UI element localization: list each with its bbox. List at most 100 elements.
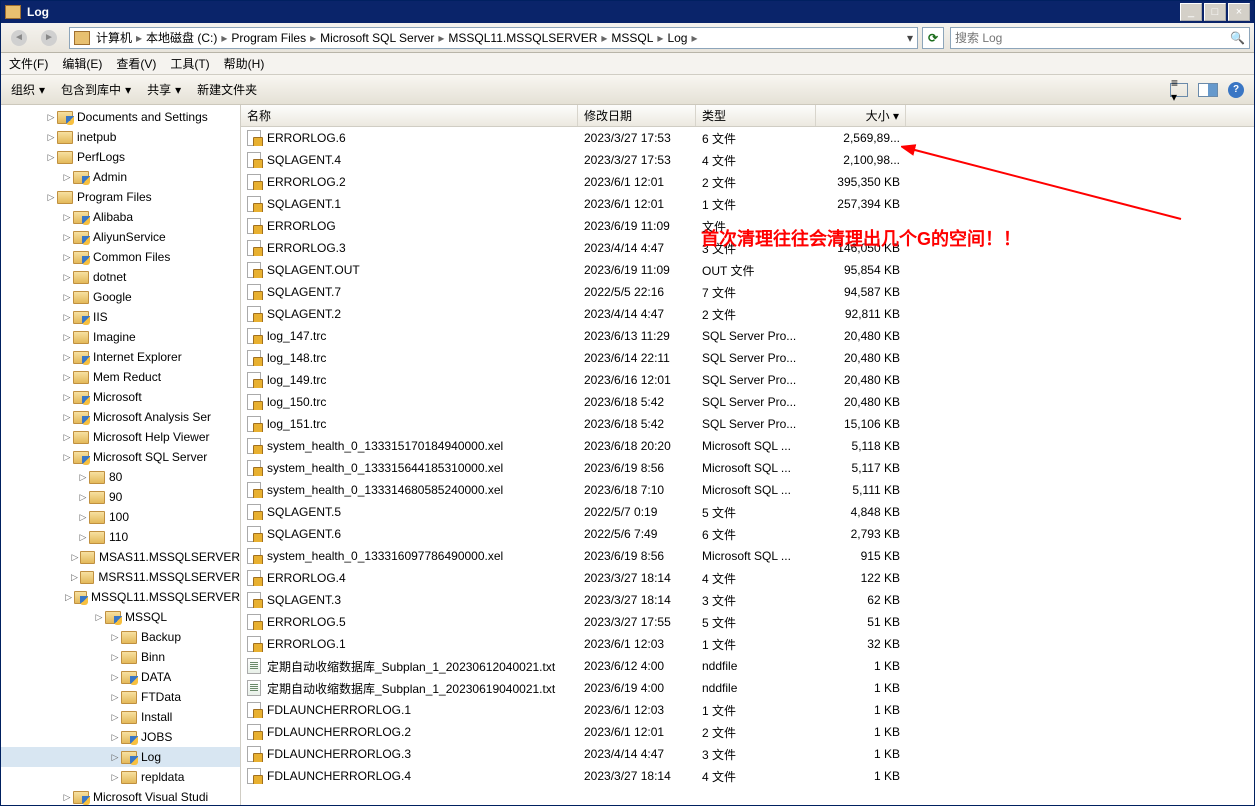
search-icon[interactable]: 🔍 [1230, 31, 1245, 45]
file-row[interactable]: system_health_0_133315644185310000.xel20… [241, 457, 1254, 479]
chevron-right-icon[interactable]: ▸ [691, 31, 697, 45]
file-row[interactable]: log_149.trc2023/6/16 12:01SQL Server Pro… [241, 369, 1254, 391]
menu-edit[interactable]: 编辑(E) [62, 55, 102, 72]
file-row[interactable]: ERRORLOG.62023/3/27 17:536 文件2,569,89... [241, 127, 1254, 149]
tree-item[interactable]: ▷90 [1, 487, 240, 507]
file-row[interactable]: log_148.trc2023/6/14 22:11SQL Server Pro… [241, 347, 1254, 369]
menu-help[interactable]: 帮助(H) [224, 55, 265, 72]
chevron-right-icon[interactable]: ▸ [438, 31, 444, 45]
tree-item[interactable]: ▷Microsoft SQL Server [1, 447, 240, 467]
tree-item[interactable]: ▷AliyunService [1, 227, 240, 247]
file-row[interactable]: 定期自动收缩数据库_Subplan_1_20230619040021.txt20… [241, 677, 1254, 699]
search-input[interactable] [955, 31, 1230, 45]
back-button[interactable]: ◄ [5, 26, 33, 50]
breadcrumb-segment[interactable]: Program Files [231, 31, 306, 45]
tree-item[interactable]: ▷Microsoft [1, 387, 240, 407]
column-name[interactable]: 名称 [241, 105, 578, 126]
organize-button[interactable]: 组织 ▾ [11, 81, 45, 98]
tree-item[interactable]: ▷Log [1, 747, 240, 767]
tree-item[interactable]: ▷Imagine [1, 327, 240, 347]
breadcrumb-segment[interactable]: MSSQL [611, 31, 653, 45]
file-row[interactable]: system_health_0_133315170184940000.xel20… [241, 435, 1254, 457]
tree-item[interactable]: ▷PerfLogs [1, 147, 240, 167]
file-row[interactable]: ERRORLOG.32023/4/14 4:473 文件146,050 KB [241, 237, 1254, 259]
chevron-right-icon[interactable]: ▸ [136, 31, 142, 45]
menu-file[interactable]: 文件(F) [9, 55, 48, 72]
file-row[interactable]: 定期自动收缩数据库_Subplan_1_20230612040021.txt20… [241, 655, 1254, 677]
column-size[interactable]: 大小 ▾ [816, 105, 906, 126]
tree-item[interactable]: ▷Documents and Settings [1, 107, 240, 127]
file-row[interactable]: FDLAUNCHERRORLOG.32023/4/14 4:473 文件1 KB [241, 743, 1254, 765]
chevron-right-icon[interactable]: ▸ [310, 31, 316, 45]
breadcrumb-segment[interactable]: 本地磁盘 (C:) [146, 31, 217, 45]
column-date[interactable]: 修改日期 [578, 105, 696, 126]
tree-item[interactable]: ▷Mem Reduct [1, 367, 240, 387]
tree-item[interactable]: ▷MSAS11.MSSQLSERVER [1, 547, 240, 567]
tree-item[interactable]: ▷Alibaba [1, 207, 240, 227]
column-type[interactable]: 类型 [696, 105, 816, 126]
file-row[interactable]: SQLAGENT.32023/3/27 18:143 文件62 KB [241, 589, 1254, 611]
tree-item[interactable]: ▷Google [1, 287, 240, 307]
file-row[interactable]: SQLAGENT.12023/6/1 12:011 文件257,394 KB [241, 193, 1254, 215]
file-row[interactable]: FDLAUNCHERRORLOG.22023/6/1 12:012 文件1 KB [241, 721, 1254, 743]
tree-item[interactable]: ▷dotnet [1, 267, 240, 287]
tree-item[interactable]: ▷JOBS [1, 727, 240, 747]
tree-item[interactable]: ▷80 [1, 467, 240, 487]
chevron-down-icon[interactable]: ▾ [907, 31, 913, 45]
close-button[interactable]: × [1228, 3, 1250, 21]
preview-pane-button[interactable] [1198, 83, 1218, 97]
tree-item[interactable]: ▷Microsoft Analysis Ser [1, 407, 240, 427]
breadcrumb-segment[interactable]: MSSQL11.MSSQLSERVER [448, 31, 597, 45]
tree-item[interactable]: ▷repldata [1, 767, 240, 787]
tree-item[interactable]: ▷FTData [1, 687, 240, 707]
menu-view[interactable]: 查看(V) [116, 55, 156, 72]
menu-tools[interactable]: 工具(T) [170, 55, 209, 72]
file-row[interactable]: ERRORLOG2023/6/19 11:09文件 [241, 215, 1254, 237]
tree-item[interactable]: ▷Microsoft Help Viewer [1, 427, 240, 447]
tree-item[interactable]: ▷Install [1, 707, 240, 727]
chevron-right-icon[interactable]: ▸ [221, 31, 227, 45]
breadcrumb-segment[interactable]: 计算机 [96, 31, 132, 45]
file-list-body[interactable]: 首次清理往往会清理出几个G的空间！！ ERRORLOG.62023/3/27 1… [241, 127, 1254, 805]
search-box[interactable]: 🔍 [950, 27, 1250, 49]
breadcrumb-bar[interactable]: 计算机 ▸ 本地磁盘 (C:) ▸ Program Files ▸ Microsoft SQ… [69, 27, 918, 49]
file-row[interactable]: SQLAGENT.22023/4/14 4:472 文件92,811 KB [241, 303, 1254, 325]
chevron-right-icon[interactable]: ▸ [601, 31, 607, 45]
file-row[interactable]: SQLAGENT.OUT2023/6/19 11:09OUT 文件95,854 … [241, 259, 1254, 281]
file-row[interactable]: system_health_0_133316097786490000.xel20… [241, 545, 1254, 567]
file-row[interactable]: log_147.trc2023/6/13 11:29SQL Server Pro… [241, 325, 1254, 347]
forward-button[interactable]: ► [35, 26, 63, 50]
tree-item[interactable]: ▷Internet Explorer [1, 347, 240, 367]
tree-item[interactable]: ▷110 [1, 527, 240, 547]
chevron-right-icon[interactable]: ▸ [657, 31, 663, 45]
tree-item[interactable]: ▷Program Files [1, 187, 240, 207]
share-button[interactable]: 共享 ▾ [147, 81, 181, 98]
tree-item[interactable]: ▷Binn [1, 647, 240, 667]
file-row[interactable]: SQLAGENT.62022/5/6 7:496 文件2,793 KB [241, 523, 1254, 545]
newfolder-button[interactable]: 新建文件夹 [197, 81, 257, 98]
tree-item[interactable]: ▷inetpub [1, 127, 240, 147]
tree-item[interactable]: ▷Backup [1, 627, 240, 647]
tree-item[interactable]: ▷Common Files [1, 247, 240, 267]
tree-item[interactable]: ▷Microsoft Visual Studi [1, 787, 240, 805]
refresh-button[interactable]: ⟳ [922, 27, 944, 49]
file-row[interactable]: ERRORLOG.42023/3/27 18:144 文件122 KB [241, 567, 1254, 589]
maximize-button[interactable]: □ [1204, 3, 1226, 21]
tree-item[interactable]: ▷Admin [1, 167, 240, 187]
file-row[interactable]: system_health_0_133314680585240000.xel20… [241, 479, 1254, 501]
minimize-button[interactable]: _ [1180, 3, 1202, 21]
breadcrumb-segment[interactable]: Microsoft SQL Server [320, 31, 434, 45]
file-row[interactable]: log_151.trc2023/6/18 5:42SQL Server Pro.… [241, 413, 1254, 435]
file-row[interactable]: SQLAGENT.42023/3/27 17:534 文件2,100,98... [241, 149, 1254, 171]
file-row[interactable]: ERRORLOG.22023/6/1 12:012 文件395,350 KB [241, 171, 1254, 193]
tree-item[interactable]: ▷DATA [1, 667, 240, 687]
file-row[interactable]: FDLAUNCHERRORLOG.42023/3/27 18:144 文件1 K… [241, 765, 1254, 787]
tree-item[interactable]: ▷MSSQL11.MSSQLSERVER [1, 587, 240, 607]
file-row[interactable]: ERRORLOG.12023/6/1 12:031 文件32 KB [241, 633, 1254, 655]
file-row[interactable]: ERRORLOG.52023/3/27 17:555 文件51 KB [241, 611, 1254, 633]
tree-item[interactable]: ▷100 [1, 507, 240, 527]
tree-item[interactable]: ▷MSSQL [1, 607, 240, 627]
include-button[interactable]: 包含到库中 ▾ [61, 81, 131, 98]
file-row[interactable]: log_150.trc2023/6/18 5:42SQL Server Pro.… [241, 391, 1254, 413]
breadcrumb-segment[interactable]: Log [667, 31, 687, 45]
